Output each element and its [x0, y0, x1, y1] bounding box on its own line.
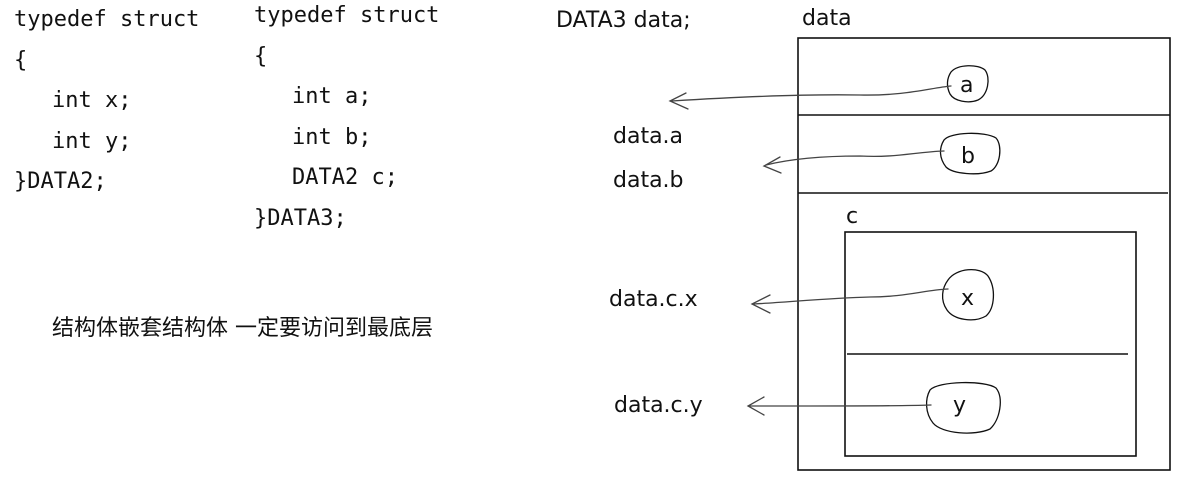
field-label-b: b	[961, 144, 975, 169]
field-label-y: y	[953, 393, 966, 418]
field-label-c: c	[846, 204, 858, 229]
memory-diagram: a b c x y	[668, 37, 1171, 471]
arrow-b-line	[765, 150, 945, 166]
field-label-a: a	[960, 73, 973, 98]
arrow-cy-line	[749, 404, 932, 407]
arrow-cx-line	[753, 288, 949, 305]
arrow-a-line	[671, 85, 952, 102]
field-label-x: x	[961, 286, 974, 311]
struct-data-box	[797, 37, 1171, 471]
arrow-b-head	[762, 156, 782, 174]
struct-c-box	[844, 231, 1137, 457]
